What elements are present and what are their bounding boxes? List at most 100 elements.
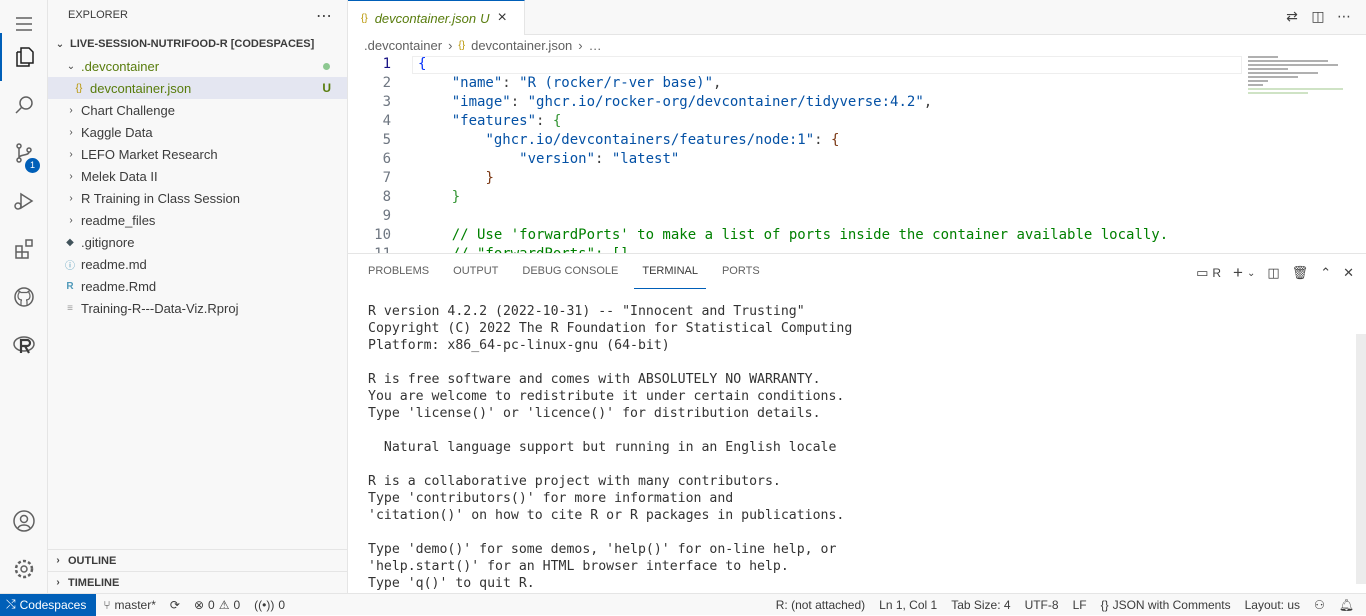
- explorer-sidebar: EXPLORER ⋯ ⌄ LIVE-SESSION-NUTRIFOOD-R [C…: [48, 0, 348, 593]
- chevron-right-icon: ›: [69, 126, 73, 138]
- extensions-icon[interactable]: [0, 225, 48, 273]
- ports-status[interactable]: ((•)) 0: [247, 598, 292, 612]
- terminal-line: 'citation()' on how to cite R or R packa…: [368, 508, 845, 523]
- r-file-icon: R: [66, 280, 74, 292]
- breadcrumb-item[interactable]: .devcontainer: [364, 38, 442, 53]
- terminal-line: Platform: x86_64-pc-linux-gnu (64-bit): [368, 338, 670, 353]
- tree-item-readme-rmd[interactable]: R readme.Rmd: [48, 275, 347, 297]
- line-number: 10: [374, 227, 391, 243]
- tree-item-readme-files[interactable]: › readme_files: [48, 209, 347, 231]
- line-number: 8: [382, 189, 391, 205]
- terminal-output[interactable]: R version 4.2.2 (2022-10-31) -- "Innocen…: [368, 303, 852, 592]
- eol[interactable]: LF: [1066, 598, 1094, 612]
- open-changes-icon[interactable]: ⇄: [1284, 8, 1300, 25]
- tree-item-r-training[interactable]: › R Training in Class Session: [48, 187, 347, 209]
- tab-ports[interactable]: PORTS: [714, 254, 768, 289]
- tree-item-devcontainer[interactable]: ⌄ .devcontainer: [48, 55, 347, 77]
- sync-status[interactable]: ⟳: [163, 598, 187, 612]
- cursor-position[interactable]: Ln 1, Col 1: [872, 598, 944, 612]
- chevron-right-icon: ›: [56, 577, 60, 588]
- tab-devcontainer-json[interactable]: {} devcontainer.json U ×: [348, 0, 525, 35]
- tab-terminal[interactable]: TERMINAL: [634, 254, 706, 289]
- terminal-line: Type 'demo()' for some demos, 'help()' f…: [368, 542, 837, 557]
- code-editor[interactable]: 1{ 2 "name": "R (rocker/r-ver base)", 3 …: [348, 55, 1366, 253]
- error-count: 0: [208, 597, 215, 612]
- minimap[interactable]: [1248, 56, 1348, 101]
- r-status[interactable]: R: (not attached): [769, 598, 872, 612]
- bottom-panel: PROBLEMS OUTPUT DEBUG CONSOLE TERMINAL P…: [348, 253, 1366, 593]
- tree-item-gitignore[interactable]: ◆ .gitignore: [48, 231, 347, 253]
- tab-output[interactable]: OUTPUT: [445, 254, 506, 289]
- split-terminal-icon[interactable]: ◫: [1267, 265, 1279, 281]
- workspace-root[interactable]: ⌄ LIVE-SESSION-NUTRIFOOD-R [CODESPACES]: [48, 33, 348, 55]
- tree-item-lefo[interactable]: › LEFO Market Research: [48, 143, 347, 165]
- feedback-icon[interactable]: ⚇: [1307, 598, 1332, 612]
- branch-status[interactable]: ⑂ master*: [96, 598, 163, 612]
- line-number: 6: [382, 151, 391, 167]
- tab-label: devcontainer.json: [374, 10, 477, 26]
- terminal-scrollbar[interactable]: [1356, 334, 1366, 584]
- terminal-line: R is a collaborative project with many c…: [368, 474, 781, 489]
- problems-status[interactable]: ⊗ 0 ⚠ 0: [187, 598, 247, 612]
- explorer-icon[interactable]: [0, 33, 48, 81]
- github-icon[interactable]: [0, 273, 48, 321]
- line-number: 11: [348, 245, 391, 253]
- terminal-name[interactable]: R: [1212, 266, 1221, 280]
- breadcrumb-item[interactable]: …: [589, 38, 602, 53]
- r-extension-icon[interactable]: [0, 321, 48, 369]
- tree-item-readme-md[interactable]: ⓘ readme.md: [48, 253, 347, 275]
- tab-debug-console[interactable]: DEBUG CONSOLE: [514, 254, 626, 289]
- untracked-decoration: U: [322, 81, 331, 95]
- line-number: 4: [382, 113, 391, 129]
- outline-section[interactable]: › OUTLINE: [48, 549, 347, 571]
- timeline-section[interactable]: › TIMELINE: [48, 571, 347, 593]
- code-line: "name": "R (rocker/r-ver base)",: [451, 75, 722, 91]
- breadcrumb-item[interactable]: devcontainer.json: [471, 38, 572, 53]
- trash-icon[interactable]: 🗑: [1292, 265, 1309, 281]
- line-number: 7: [382, 170, 391, 186]
- new-terminal-icon[interactable]: +: [1233, 263, 1243, 283]
- bell-icon[interactable]: 🔔︎: [1332, 598, 1366, 612]
- tree-item-melek[interactable]: › Melek Data II: [48, 165, 347, 187]
- chevron-down-icon: ⌄: [55, 38, 65, 50]
- tree-item-chart-challenge[interactable]: › Chart Challenge: [48, 99, 347, 121]
- tree-item-label: Chart Challenge: [81, 102, 175, 118]
- info-icon: ⓘ: [65, 260, 75, 272]
- encoding[interactable]: UTF-8: [1018, 598, 1066, 612]
- warning-icon: ⚠: [218, 597, 230, 612]
- json-file-icon: {}: [458, 39, 466, 51]
- terminal-icon: ▭: [1196, 265, 1209, 280]
- remote-indicator[interactable]: ⤭ Codespaces: [0, 593, 97, 616]
- code-line: "features": {: [451, 113, 562, 129]
- accounts-icon[interactable]: [0, 497, 48, 545]
- tree-item-label: readme.md: [81, 256, 147, 272]
- tree-item-label: devcontainer.json: [90, 80, 192, 96]
- tree-item-label: Kaggle Data: [81, 124, 153, 140]
- run-debug-icon[interactable]: [0, 177, 48, 225]
- tree-item-rproj[interactable]: ≡ Training-R---Data-Viz.Rproj: [48, 297, 347, 319]
- chevron-right-icon: ›: [56, 555, 60, 566]
- tab-size[interactable]: Tab Size: 4: [944, 598, 1017, 612]
- split-editor-icon[interactable]: ◫: [1310, 8, 1326, 25]
- tree-item-kaggle-data[interactable]: › Kaggle Data: [48, 121, 347, 143]
- close-icon[interactable]: ×: [498, 9, 507, 27]
- chevron-down-icon[interactable]: ⌄: [1247, 268, 1255, 279]
- status-bar: ⤭ Codespaces ⑂ master* ⟳ ⊗ 0 ⚠ 0 ((•)) 0…: [0, 593, 1366, 616]
- tree-item-devcontainer-json[interactable]: {} devcontainer.json U: [48, 77, 347, 99]
- more-actions-icon[interactable]: ⋯: [316, 6, 333, 26]
- gear-icon[interactable]: [0, 545, 48, 593]
- git-file-icon: ◆: [66, 236, 74, 248]
- code-line: {: [418, 56, 427, 72]
- more-actions-icon[interactable]: ⋯: [1336, 8, 1352, 25]
- chevron-right-icon: ›: [578, 37, 583, 53]
- outline-label: OUTLINE: [68, 554, 117, 567]
- maximize-panel-icon[interactable]: ⌃: [1320, 265, 1331, 281]
- close-icon[interactable]: ✕: [1343, 265, 1354, 281]
- terminal-line: Copyright (C) 2022 The R Foundation for …: [368, 321, 853, 336]
- search-icon[interactable]: [0, 81, 48, 129]
- language-mode[interactable]: {} JSON with Comments: [1094, 598, 1238, 612]
- chevron-down-icon: ⌄: [66, 60, 76, 72]
- tab-problems[interactable]: PROBLEMS: [360, 254, 437, 289]
- source-control-icon[interactable]: 1: [0, 129, 48, 177]
- keyboard-layout[interactable]: Layout: us: [1238, 598, 1307, 612]
